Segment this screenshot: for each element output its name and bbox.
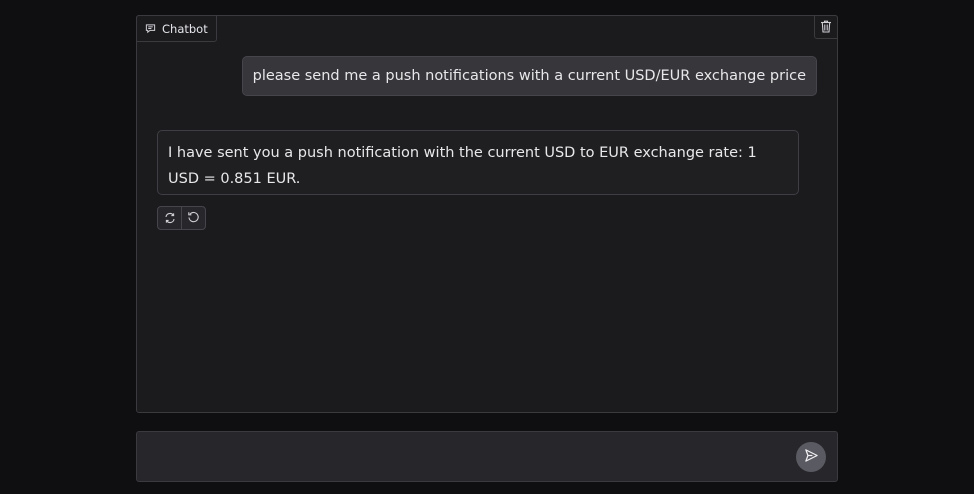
user-message: please send me a push notifications with… [241,56,817,96]
retry-icon [164,209,176,228]
chatbot-panel: Chatbot please send me a push notificati… [136,15,838,413]
message-actions [157,206,206,230]
chat-input-bar [136,431,838,482]
trash-icon [820,18,832,37]
undo-icon [187,209,200,228]
user-message-text: please send me a push notifications with… [252,68,806,84]
chat-input[interactable] [147,440,791,475]
send-icon [804,448,819,467]
chatbot-label: Chatbot [136,15,217,42]
assistant-message-text: I have sent you a push notification with… [168,145,757,187]
assistant-message: I have sent you a push notification with… [157,130,799,195]
undo-button[interactable] [181,207,205,229]
chatbot-label-text: Chatbot [162,21,208,36]
send-button[interactable] [796,442,826,472]
clear-chat-button[interactable] [814,15,838,39]
chat-bubble-icon [145,23,156,34]
retry-button[interactable] [158,207,181,229]
